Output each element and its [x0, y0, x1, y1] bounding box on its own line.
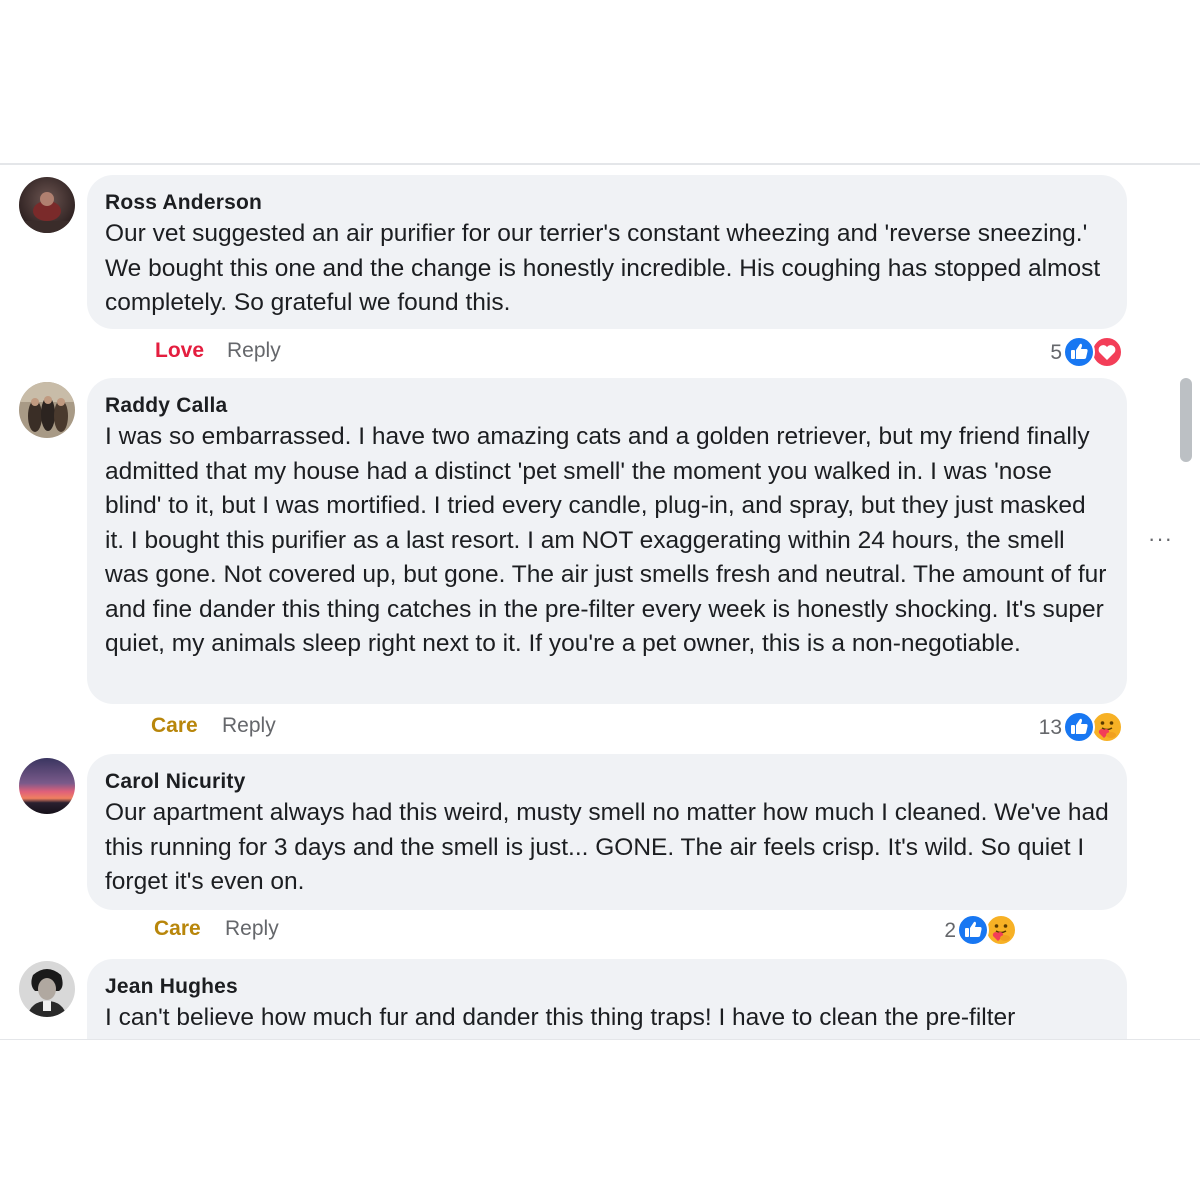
comment-text: I can't believe how much fur and dander … — [105, 1004, 1016, 1031]
reaction-count[interactable]: 2 — [930, 915, 956, 947]
reaction-button[interactable]: Care — [151, 710, 198, 742]
reaction-count[interactable]: 5 — [1040, 337, 1062, 369]
scrollbar-thumb[interactable] — [1180, 378, 1192, 462]
avatar[interactable] — [19, 177, 75, 233]
comment-actions: Care Reply 13 — [0, 710, 1200, 744]
reaction-button[interactable]: Love — [155, 335, 204, 367]
comment-author[interactable]: Ross Anderson — [105, 189, 1109, 217]
comment-text: Our apartment always had this weird, mus… — [105, 799, 1109, 895]
comment-author[interactable]: Carol Nicurity — [105, 768, 1109, 796]
like-icon — [1062, 710, 1096, 744]
reaction-icons[interactable] — [1062, 335, 1124, 369]
comment-text: Our vet suggested an air purifier for ou… — [105, 220, 1101, 316]
comment-bubble: Ross Anderson Our vet suggested an air p… — [87, 175, 1127, 329]
comment-text: I was so embarrassed. I have two amazing… — [105, 423, 1107, 657]
comment-bubble: Jean Hughes I can't believe how much fur… — [87, 959, 1127, 1039]
comment-actions: Care Reply 2 — [0, 913, 1200, 947]
comment-author[interactable]: Jean Hughes — [105, 973, 1109, 1001]
avatar[interactable] — [19, 961, 75, 1017]
comment-author[interactable]: Raddy Calla — [105, 392, 1109, 420]
reaction-count[interactable]: 13 — [1030, 712, 1062, 744]
comment-actions: Love Reply 5 — [0, 335, 1200, 369]
comment-bubble: Carol Nicurity Our apartment always had … — [87, 754, 1127, 910]
comment-bubble: Raddy Calla I was so embarrassed. I have… — [87, 378, 1127, 704]
like-icon — [1062, 335, 1096, 369]
avatar[interactable] — [19, 758, 75, 814]
reply-button[interactable]: Reply — [225, 913, 279, 945]
reaction-button[interactable]: Care — [154, 913, 201, 945]
reaction-icons[interactable] — [1062, 710, 1124, 744]
like-icon — [956, 913, 990, 947]
avatar[interactable] — [19, 382, 75, 438]
reply-button[interactable]: Reply — [222, 710, 276, 742]
more-options-icon[interactable]: ··· — [1148, 526, 1173, 552]
reply-button[interactable]: Reply — [227, 335, 281, 367]
comments-panel: Ross Anderson Our vet suggested an air p… — [0, 163, 1200, 1040]
reaction-icons[interactable] — [956, 913, 1018, 947]
